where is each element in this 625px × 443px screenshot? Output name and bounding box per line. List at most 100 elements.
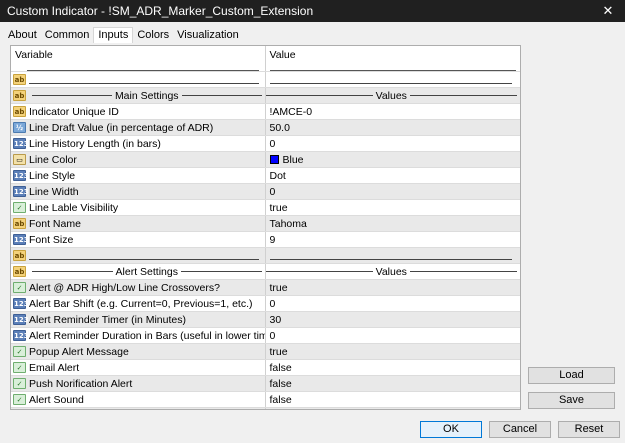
value-field[interactable]: 0 (270, 330, 276, 342)
value-field[interactable]: false (270, 394, 292, 406)
string-type-icon: ab (13, 106, 26, 117)
table-row[interactable]: ✓ Alert Sound false (11, 391, 520, 408)
value-field[interactable]: false (270, 362, 292, 374)
color-swatch (269, 154, 279, 164)
variable-label: Indicator Unique ID (29, 105, 119, 118)
title-bar: Custom Indicator - !SM_ADR_Marker_Custom… (0, 0, 625, 22)
table-row[interactable]: 123 Font Size 9 (11, 231, 520, 248)
integer-type-icon: 123 (13, 170, 29, 181)
integer-type-icon: 123 (13, 186, 29, 197)
value-field[interactable]: false (270, 378, 292, 390)
table-row[interactable]: 123 Line Style Dot (11, 167, 520, 184)
table-row[interactable]: ▭ Line Color Blue (11, 151, 520, 168)
tab-about[interactable]: About (4, 27, 41, 43)
tab-visualization[interactable]: Visualization (173, 27, 243, 43)
variable-label: Name of Sound File (29, 410, 122, 411)
value-field[interactable]: 50.0 (270, 122, 290, 134)
color-type-icon: ▭ (13, 154, 26, 165)
ok-button[interactable]: OK (420, 421, 482, 438)
table-row[interactable]: ab (11, 71, 520, 88)
string-type-icon: ab (13, 90, 26, 101)
variable-label: Popup Alert Message (29, 345, 129, 358)
table-row[interactable]: 123 Alert Reminder Duration in Bars (usef… (11, 327, 520, 344)
section-label: Main Settings (114, 89, 179, 102)
table-row[interactable]: ✓ Alert @ ADR High/Low Line Crossovers? tr… (11, 279, 520, 296)
section-label: Alert Settings (115, 265, 178, 278)
table-row[interactable]: ½ Line Draft Value (in percentage of ADR)… (11, 119, 520, 136)
string-type-icon: ab (13, 74, 26, 85)
integer-type-icon: 123 (13, 234, 29, 245)
inputs-grid: Variable Value ab ab Main Settings Values ab… (10, 45, 521, 410)
variable-label: Alert @ ADR High/Low Line Crossovers? (29, 281, 220, 294)
variable-label: Line History Length (in bars) (29, 137, 161, 150)
integer-type-icon: 123 (13, 314, 29, 325)
table-row[interactable]: ab Font Name Tahoma (11, 215, 520, 232)
grid-header-row: Variable Value (11, 46, 520, 72)
value-field[interactable]: !AMCE-0 (270, 106, 313, 118)
string-type-icon: ab (13, 218, 26, 229)
tab-common[interactable]: Common (41, 27, 94, 43)
boolean-type-icon: ✓ (13, 346, 26, 357)
save-button[interactable]: Save (528, 392, 615, 409)
value-field[interactable]: true (270, 346, 288, 358)
value-field[interactable]: Dot (270, 170, 286, 182)
variable-label: Font Size (29, 233, 74, 246)
value-field[interactable]: Blue (283, 154, 304, 166)
tab-strip: About Common Inputs Colors Visualization (4, 27, 243, 43)
table-row[interactable]: ✓ Popup Alert Message true (11, 343, 520, 360)
variable-label: Line Lable Visibility (29, 201, 119, 214)
variable-label: Line Draft Value (in percentage of ADR) (29, 121, 214, 134)
reset-button[interactable]: Reset (558, 421, 620, 438)
table-row[interactable]: 123 Line Width 0 (11, 183, 520, 200)
value-field[interactable]: true (270, 282, 288, 294)
table-row[interactable]: ✓ Push Norification Alert false (11, 375, 520, 392)
variable-column-header: Variable (15, 49, 53, 61)
value-field[interactable]: 0 (270, 298, 276, 310)
tab-inputs[interactable]: Inputs (93, 27, 134, 43)
integer-type-icon: 123 (13, 330, 29, 341)
variable-label: Line Width (29, 185, 79, 198)
cancel-button[interactable]: Cancel (489, 421, 551, 438)
boolean-type-icon: ✓ (13, 378, 26, 389)
value-field[interactable]: 0 (270, 186, 276, 198)
value-field[interactable]: true (270, 202, 288, 214)
table-row[interactable]: ab Main Settings Values (11, 87, 520, 104)
variable-label: Font Name (29, 217, 81, 230)
boolean-type-icon: ✓ (13, 282, 26, 293)
value-field[interactable]: 0 (270, 138, 276, 150)
double-type-icon: ½ (13, 122, 26, 133)
tab-colors[interactable]: Colors (133, 27, 173, 43)
dialog-window: Custom Indicator - !SM_ADR_Marker_Custom… (0, 0, 625, 443)
variable-label: Alert Bar Shift (e.g. Current=0, Previou… (29, 297, 253, 310)
side-panel (522, 45, 625, 410)
table-row[interactable]: ✓ Line Lable Visibility true (11, 199, 520, 216)
table-row[interactable]: ab Indicator Unique ID !AMCE-0 (11, 103, 520, 120)
value-field[interactable]: alert2.wav (270, 410, 318, 411)
table-row[interactable]: ✓ Email Alert false (11, 359, 520, 376)
integer-type-icon: 123 (13, 138, 29, 149)
integer-type-icon: 123 (13, 298, 29, 309)
value-column-header: Value (269, 49, 296, 61)
table-row[interactable]: abName of Sound Filealert2.wav (11, 407, 520, 411)
boolean-type-icon: ✓ (13, 394, 26, 405)
close-icon[interactable]: ✕ (591, 0, 625, 22)
value-field[interactable]: 9 (270, 234, 276, 246)
value-field[interactable]: 30 (270, 314, 282, 326)
variable-label: Line Style (29, 169, 76, 182)
section-value-label: Values (375, 89, 407, 102)
boolean-type-icon: ✓ (13, 362, 26, 373)
variable-label: Alert Reminder Duration in Bars (useful … (29, 329, 264, 342)
value-field[interactable]: Tahoma (270, 218, 307, 230)
variable-label: Alert Sound (29, 393, 84, 406)
table-row[interactable]: 123 Line History Length (in bars) 0 (11, 135, 520, 152)
variable-label: Email Alert (29, 361, 80, 374)
boolean-type-icon: ✓ (13, 202, 26, 213)
table-row[interactable]: ab (11, 247, 520, 264)
table-row[interactable]: 123 Alert Reminder Timer (in Minutes) 30 (11, 311, 520, 328)
table-row[interactable]: 123 Alert Bar Shift (e.g. Current=0, Prev… (11, 295, 520, 312)
string-type-icon: ab (13, 250, 26, 261)
table-row[interactable]: ab Alert Settings Values (11, 263, 520, 280)
load-button[interactable]: Load (528, 367, 615, 384)
window-title: Custom Indicator - !SM_ADR_Marker_Custom… (7, 4, 314, 18)
variable-label: Line Color (29, 153, 77, 166)
